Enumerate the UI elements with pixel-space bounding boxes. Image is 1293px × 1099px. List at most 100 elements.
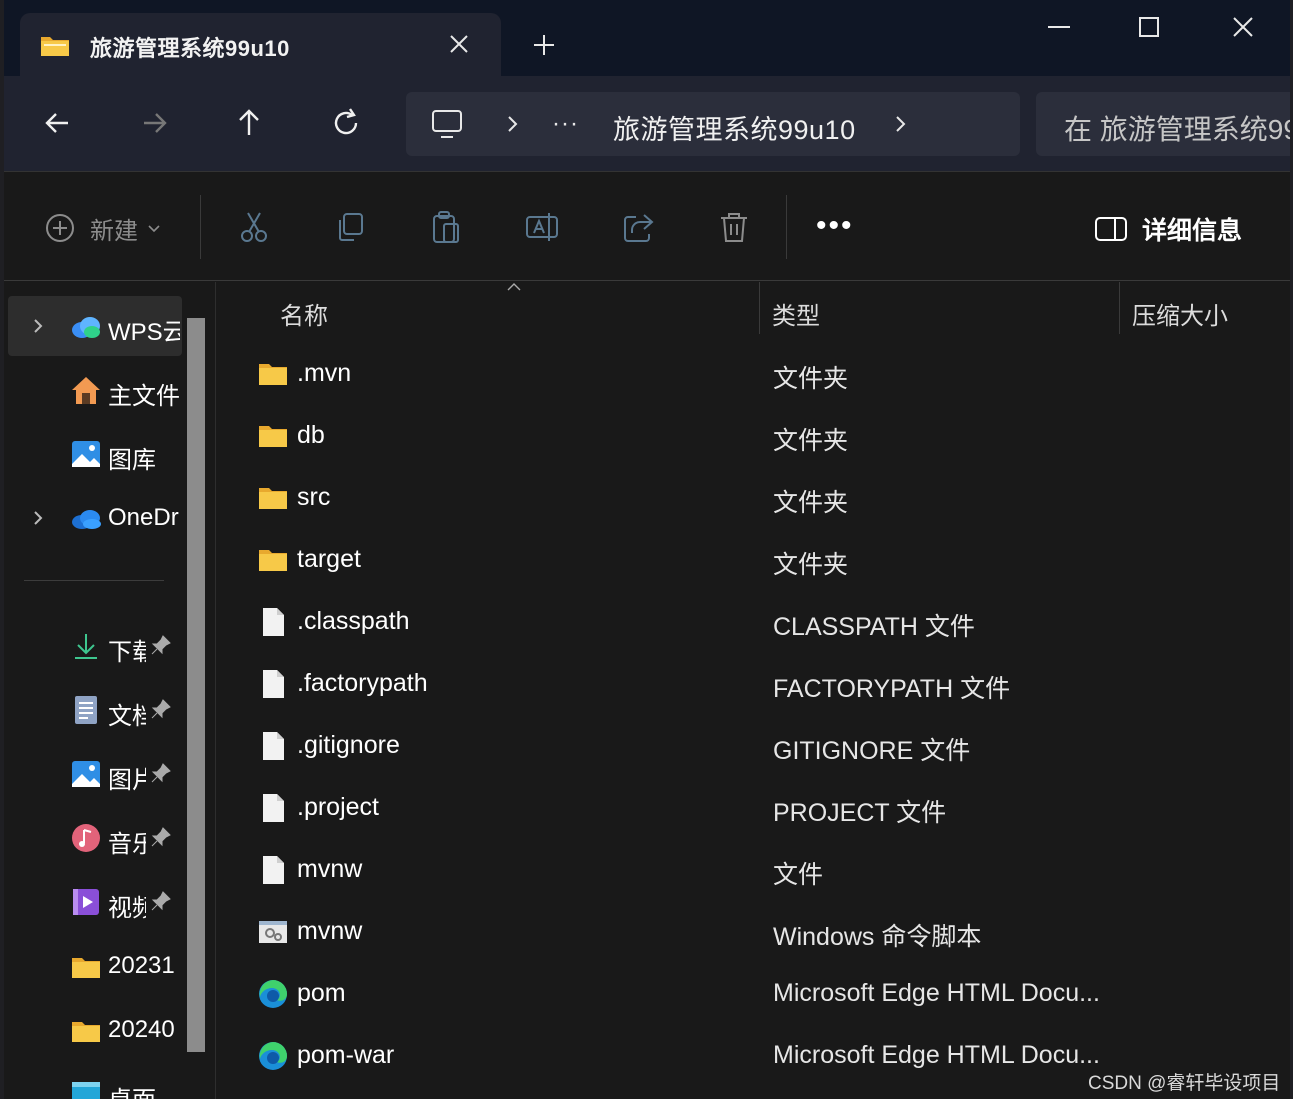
new-button-label: 新建 — [90, 217, 138, 245]
new-button[interactable]: 新建 — [44, 211, 162, 245]
file-name: src — [297, 483, 331, 511]
file-type: FACTORYPATH 文件 — [773, 675, 1011, 703]
file-row[interactable]: mvnw Windows 命令脚本 — [217, 902, 1290, 964]
tab-title: 旅游管理系统99u10 — [90, 36, 290, 61]
title-bar: 旅游管理系统99u10 — [4, 0, 1290, 77]
sidebar-divider — [24, 580, 164, 581]
download-icon — [75, 634, 97, 659]
sidebar-item-label: 图库 — [108, 447, 156, 474]
refresh-icon[interactable] — [326, 103, 366, 143]
sidebar-item-desktop[interactable]: 桌面 — [8, 1064, 182, 1099]
more-options-button[interactable]: ••• — [816, 211, 854, 241]
pin-icon — [151, 699, 171, 719]
file-row[interactable]: .gitignore GITIGNORE 文件 — [217, 716, 1290, 778]
minimize-icon[interactable] — [1044, 14, 1074, 40]
sidebar-item-pictures[interactable]: 图片 — [8, 744, 182, 804]
file-row[interactable]: mvnw 文件 — [217, 840, 1290, 902]
chevron-right-icon[interactable] — [500, 112, 524, 136]
file-type: 文件夹 — [773, 365, 849, 393]
file-name: mvnw — [297, 855, 363, 883]
file-type: 文件夹 — [773, 427, 849, 455]
file-type: Microsoft Edge HTML Docu... — [773, 979, 1100, 1007]
back-arrow-icon[interactable] — [38, 103, 78, 143]
paste-icon[interactable] — [428, 209, 464, 245]
file-row[interactable]: src 文件夹 — [217, 468, 1290, 530]
file-name: .project — [297, 793, 379, 821]
search-placeholder[interactable]: 在 旅游管理系统99u10 — [1064, 108, 1290, 148]
file-type: PROJECT 文件 — [773, 799, 947, 827]
sidebar-item-downloads[interactable]: 下载 — [8, 616, 182, 676]
file-row[interactable]: .mvn 文件夹 — [217, 344, 1290, 406]
sidebar-item-folder-20240[interactable]: 20240 — [8, 1000, 182, 1060]
wps-cloud-icon — [72, 317, 100, 338]
folder-icon — [259, 426, 287, 447]
edge-icon — [259, 980, 287, 1008]
column-divider[interactable] — [759, 282, 760, 334]
home-icon — [72, 377, 100, 404]
search-box[interactable]: 在 旅游管理系统99u10 — [1036, 92, 1290, 156]
chevron-right-icon[interactable] — [888, 112, 912, 136]
desktop-icon — [72, 1082, 100, 1099]
sidebar-item-label: 音乐 — [108, 831, 146, 858]
sidebar-item-wps-cloud[interactable]: WPS云盘 — [8, 296, 182, 356]
address-bar[interactable]: ··· 旅游管理系统99u10 — [406, 92, 1020, 156]
sidebar-item-onedrive[interactable]: OneDrive — [8, 488, 182, 548]
file-icon — [263, 670, 284, 698]
toolbar-divider — [786, 195, 787, 259]
copy-icon[interactable] — [332, 209, 368, 245]
videos-icon — [73, 889, 99, 915]
pin-icon — [151, 891, 171, 911]
column-header-type[interactable]: 类型 — [772, 282, 820, 336]
forward-arrow-icon[interactable] — [134, 103, 174, 143]
file-row[interactable]: target 文件夹 — [217, 530, 1290, 592]
sidebar-item-videos[interactable]: 视频 — [8, 872, 182, 932]
sidebar-item-label: 下载 — [108, 639, 146, 666]
sidebar-item-music[interactable]: 音乐 — [8, 808, 182, 868]
command-bar: 新建 ••• 详细信息 — [4, 173, 1290, 281]
file-row[interactable]: pom Microsoft Edge HTML Docu... — [217, 964, 1290, 1026]
file-type: CLASSPATH 文件 — [773, 613, 975, 641]
file-row[interactable]: .project PROJECT 文件 — [217, 778, 1290, 840]
sidebar-item-label: 主文件夹 — [108, 383, 180, 410]
maximize-icon[interactable] — [1134, 12, 1164, 42]
file-row[interactable]: .factorypath FACTORYPATH 文件 — [217, 654, 1290, 716]
chevron-right-icon[interactable] — [30, 318, 46, 334]
file-icon — [263, 794, 284, 822]
chevron-right-icon[interactable] — [30, 510, 46, 526]
column-header-size[interactable]: 压缩大小 — [1132, 282, 1228, 336]
cut-icon[interactable] — [236, 209, 272, 245]
address-overflow-button[interactable]: ··· — [552, 110, 579, 138]
sidebar-item-gallery[interactable]: 图库 — [8, 424, 182, 484]
file-type: 文件夹 — [773, 551, 849, 579]
share-icon[interactable] — [620, 209, 656, 245]
file-name: pom — [297, 979, 346, 1007]
details-pane-icon — [1095, 217, 1127, 241]
close-icon[interactable] — [446, 31, 472, 57]
folder-icon — [72, 958, 100, 978]
sidebar-item-folder-20231[interactable]: 20231 — [8, 936, 182, 996]
column-divider[interactable] — [1119, 282, 1120, 334]
sidebar-item-label: 视频 — [108, 895, 146, 922]
tab-current[interactable]: 旅游管理系统99u10 — [20, 13, 501, 77]
pictures-icon — [72, 761, 100, 787]
sidebar-item-label: OneDrive — [108, 504, 180, 531]
file-row[interactable]: .classpath CLASSPATH 文件 — [217, 592, 1290, 654]
plus-circle-icon — [46, 214, 74, 242]
sidebar-item-documents[interactable]: 文档 — [8, 680, 182, 740]
delete-icon[interactable] — [716, 209, 752, 245]
computer-icon[interactable] — [430, 107, 464, 141]
file-name: pom-war — [297, 1041, 395, 1069]
file-row[interactable]: db 文件夹 — [217, 406, 1290, 468]
column-header-name[interactable]: 名称 — [280, 282, 328, 336]
file-list: 名称 类型 压缩大小 .mvn 文件夹 db 文件夹 src 文件夹 targe… — [217, 282, 1290, 1099]
details-pane-button[interactable]: 详细信息 — [1094, 211, 1242, 247]
music-icon — [72, 824, 100, 852]
close-icon[interactable] — [1228, 12, 1258, 42]
plus-icon[interactable] — [529, 30, 559, 60]
sidebar-scrollbar[interactable] — [187, 318, 205, 1052]
sidebar-item-home[interactable]: 主文件夹 — [8, 360, 182, 420]
folder-icon — [41, 37, 69, 56]
address-current-folder[interactable]: 旅游管理系统99u10 — [613, 108, 856, 147]
rename-icon[interactable] — [524, 209, 560, 245]
up-arrow-icon[interactable] — [229, 103, 269, 143]
